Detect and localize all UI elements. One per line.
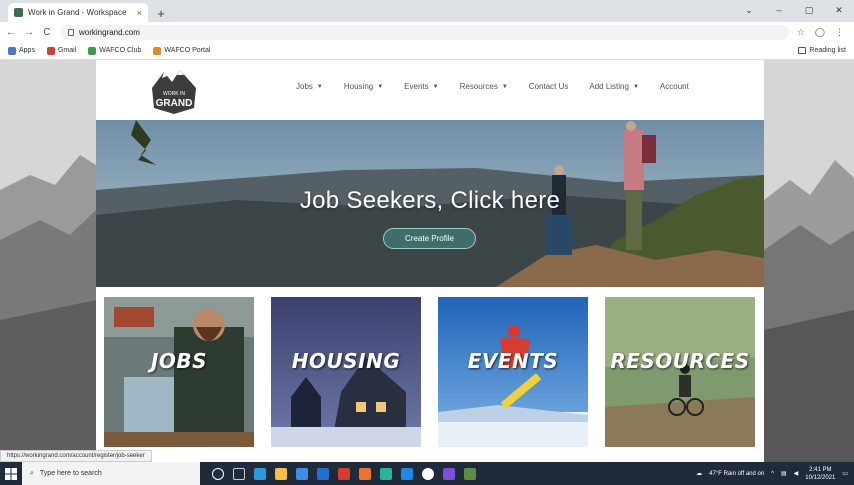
bookmark-favicon-icon: [153, 46, 162, 55]
reload-button[interactable]: C: [42, 27, 52, 38]
apps-grid-icon: [8, 46, 16, 55]
maximize-button[interactable]: ▢: [794, 0, 824, 20]
address-bar[interactable]: workingrand.com: [60, 24, 789, 40]
site-page: WORK IN GRAND Jobs ▼ Housing ▼ Events ▼ Res…: [96, 60, 764, 462]
nav-account[interactable]: Account: [660, 82, 689, 91]
file-explorer-icon[interactable]: [275, 467, 287, 480]
bookmark-gmail[interactable]: Gmail: [46, 46, 76, 55]
firefox-icon[interactable]: [359, 467, 371, 480]
tab-strip: Work in Grand - Workspace × +: [0, 0, 854, 22]
events-card[interactable]: EVENTS: [438, 297, 588, 447]
resources-card[interactable]: RESOURCES: [605, 297, 755, 447]
status-url-bar: https://workingrand.com/account/register…: [0, 450, 152, 462]
app-icon[interactable]: [443, 467, 455, 480]
gmail-icon: [46, 46, 55, 55]
bookmarks-bar: Apps Gmail WAFCO Club WAFCO Portal Readi…: [0, 42, 854, 60]
page-viewport: WORK IN GRAND Jobs ▼ Housing ▼ Events ▼ Res…: [0, 60, 854, 462]
caret-down-icon: ▼: [632, 83, 639, 90]
forward-button[interactable]: →: [24, 27, 34, 38]
caret-down-icon: ▼: [316, 83, 323, 90]
windows-taskbar: ⌕ Type here to search ☁ 47°F Rain off an…: [0, 462, 854, 485]
cortana-icon[interactable]: [212, 467, 224, 480]
clock-date: 10/12/2021: [805, 474, 836, 481]
jobs-card[interactable]: JOBS: [104, 297, 254, 447]
browser-menu-icon[interactable]: ⋮: [835, 27, 844, 38]
tab-title: Work in Grand - Workspace: [28, 8, 127, 17]
notifications-icon[interactable]: ▭: [842, 470, 848, 477]
search-icon: ⌕: [30, 469, 34, 477]
system-tray: ☁ 47°F Rain off and on ^ ▤ ◀ 2:41 PM 10/…: [696, 466, 854, 482]
browser-toolbar: ← → C workingrand.com ☆ ◯ ⋮: [0, 22, 854, 42]
caret-down-icon: ▼: [432, 83, 439, 90]
bookmark-apps[interactable]: Apps: [8, 46, 35, 55]
app-icon[interactable]: [464, 467, 476, 480]
browser-tab[interactable]: Work in Grand - Workspace ×: [8, 3, 148, 22]
start-button[interactable]: [0, 462, 22, 485]
edge-icon[interactable]: [254, 467, 266, 480]
url-text: workingrand.com: [79, 27, 140, 37]
reading-list[interactable]: Reading list: [798, 47, 846, 54]
new-tab-button[interactable]: +: [152, 4, 170, 22]
tab-close-icon[interactable]: ×: [137, 8, 142, 18]
task-view-icon[interactable]: [233, 467, 245, 480]
clock-time: 2:41 PM: [809, 466, 832, 473]
caret-down-icon: ▼: [501, 83, 508, 90]
word-icon[interactable]: [317, 467, 329, 480]
nav-add-listing[interactable]: Add Listing ▼: [589, 82, 639, 91]
volume-icon[interactable]: ◀: [794, 470, 799, 477]
mail-icon[interactable]: [296, 467, 308, 480]
weather-text[interactable]: 47°F Rain off and on: [709, 471, 764, 477]
jobs-card-label: JOBS: [150, 349, 208, 373]
lock-icon: [68, 28, 74, 36]
work-in-grand-logo[interactable]: WORK IN GRAND: [148, 66, 200, 116]
logo-main-text: GRAND: [156, 98, 193, 109]
reading-list-icon: [798, 47, 807, 54]
taskbar-clock[interactable]: 2:41 PM 10/12/2021: [805, 466, 835, 482]
search-placeholder: Type here to search: [39, 470, 102, 477]
category-cards: JOBS HOUSING EVENTS RESOURCES: [104, 297, 756, 447]
hero-title: Job Seekers, Click here: [299, 187, 561, 214]
tray-chevron-icon[interactable]: ^: [771, 471, 774, 477]
tab-search-icon[interactable]: ⌄: [734, 0, 764, 20]
profile-icon[interactable]: ◯: [815, 27, 825, 38]
nav-contact-us[interactable]: Contact Us: [529, 82, 569, 91]
hero-banner[interactable]: Job Seekers, Click here Create Profile: [96, 120, 764, 287]
app-icon[interactable]: [380, 467, 392, 480]
nav-resources[interactable]: Resources ▼: [460, 82, 508, 91]
store-icon[interactable]: [401, 467, 413, 480]
housing-card[interactable]: HOUSING: [271, 297, 421, 447]
weather-icon[interactable]: ☁: [696, 470, 702, 477]
minimize-button[interactable]: –: [764, 0, 794, 20]
housing-card-label: HOUSING: [291, 349, 401, 373]
bookmark-favicon-icon: [88, 46, 97, 55]
taskbar-apps: [200, 467, 476, 480]
bookmark-wafco-portal[interactable]: WAFCO Portal: [153, 46, 210, 55]
nav-housing[interactable]: Housing ▼: [344, 82, 383, 91]
chrome-icon[interactable]: [422, 467, 434, 480]
bookmark-star-icon[interactable]: ☆: [797, 27, 805, 38]
taskbar-search[interactable]: ⌕ Type here to search: [22, 462, 200, 485]
site-favicon-icon: [14, 8, 23, 17]
windows-logo-icon: [5, 467, 17, 480]
acrobat-icon[interactable]: [338, 467, 350, 480]
bookmark-wafco-club[interactable]: WAFCO Club: [88, 46, 141, 55]
site-header: WORK IN GRAND Jobs ▼ Housing ▼ Events ▼ Res…: [96, 60, 764, 120]
logo-top-text: WORK IN: [163, 91, 185, 97]
resources-card-label: RESOURCES: [610, 349, 750, 373]
main-nav: Jobs ▼ Housing ▼ Events ▼ Resources ▼ Contac…: [296, 82, 689, 91]
create-profile-button[interactable]: Create Profile: [383, 228, 476, 249]
back-button[interactable]: ←: [6, 27, 16, 38]
caret-down-icon: ▼: [377, 83, 384, 90]
close-window-button[interactable]: ✕: [824, 0, 854, 20]
nav-events[interactable]: Events ▼: [404, 82, 438, 91]
nav-jobs[interactable]: Jobs ▼: [296, 82, 323, 91]
network-icon[interactable]: ▤: [781, 470, 787, 477]
window-controls: ⌄ – ▢ ✕: [734, 0, 854, 20]
events-card-label: EVENTS: [467, 349, 559, 373]
